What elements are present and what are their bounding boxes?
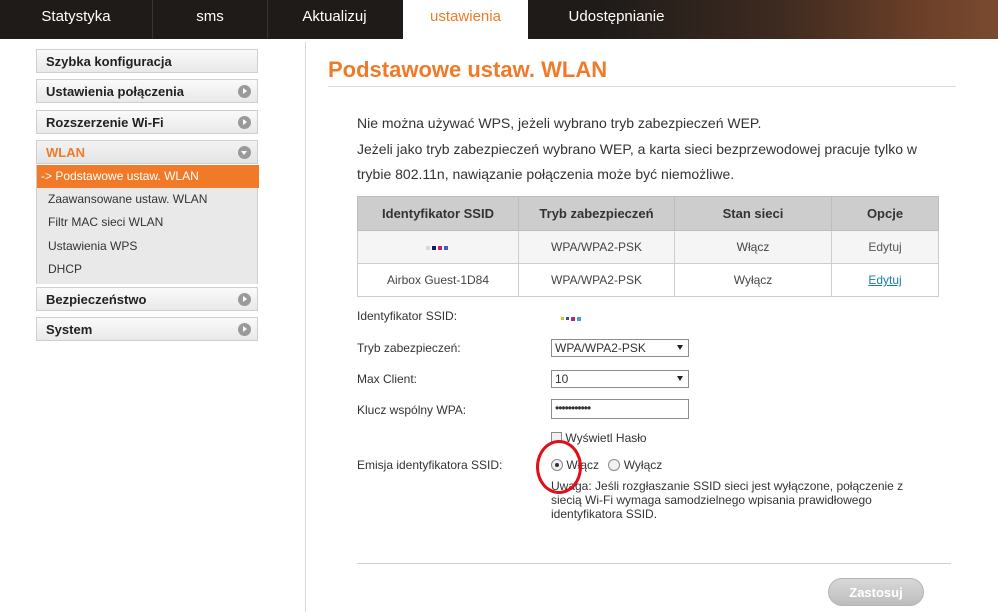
- security-mode-cell: WPA/WPA2-PSK: [518, 230, 675, 264]
- options-cell: Edytuj: [831, 263, 939, 297]
- sidebar-item-label: System: [46, 322, 93, 337]
- divider: [357, 563, 951, 564]
- submenu-item-zaawansowane[interactable]: Zaawansowane ustaw. WLAN: [37, 188, 259, 211]
- sidebar-item-label: Szybka konfiguracja: [46, 54, 172, 69]
- column-header: Stan sieci: [674, 196, 832, 231]
- sidebar-item-label: Bezpieczeństwo: [46, 292, 147, 307]
- ssid-table: Identyfikator SSID Tryb zabezpieczeń Sta…: [357, 196, 939, 297]
- ssid-broadcast-note: Uwaga: Jeśli rozgłaszanie SSID sieci jes…: [551, 479, 904, 521]
- dropdown-arrow-icon: [677, 345, 683, 350]
- sidebar-item-ustawienia-polaczenia[interactable]: Ustawienia połączenia: [36, 79, 258, 103]
- edit-link[interactable]: Edytuj: [868, 240, 901, 254]
- broadcast-off-label: Wyłącz: [623, 457, 663, 472]
- max-client-value: 10: [555, 372, 569, 386]
- ssid-cell: Airbox Guest-1D84: [357, 263, 519, 297]
- wpa-key-input[interactable]: •••••••••••: [551, 399, 689, 419]
- table-row: WPA/WPA2-PSK Włącz Edytuj: [357, 230, 939, 264]
- chevron-right-icon: [238, 293, 251, 306]
- submenu-item-filtr-mac[interactable]: Filtr MAC sieci WLAN: [37, 211, 259, 234]
- notice-line: trybie 802.11n, nawiązanie połączenia mo…: [357, 166, 735, 182]
- tab-aktualizuj[interactable]: Aktualizuj: [268, 0, 401, 39]
- sidebar-item-label: WLAN: [46, 145, 85, 160]
- page-title: Podstawowe ustaw. WLAN: [328, 57, 608, 82]
- wlan-submenu: -> Podstawowe ustaw. WLAN Zaawansowane u…: [36, 165, 259, 284]
- sidebar-item-wlan[interactable]: WLAN: [36, 140, 258, 164]
- divider: [305, 42, 306, 612]
- top-navigation: Statystyka sms Aktualizuj ustawienia Udo…: [0, 0, 998, 39]
- column-header: Tryb zabezpieczeń: [518, 196, 675, 231]
- tab-udostepnianie[interactable]: Udostępnianie: [540, 0, 693, 39]
- sidebar-item-label: Ustawienia połączenia: [46, 84, 184, 99]
- notice-line: Jeżeli jako tryb zabezpieczeń wybrano WE…: [357, 141, 918, 157]
- notice-line: Nie można używać WPS, jeżeli wybrano try…: [357, 115, 762, 131]
- column-header: Opcje: [831, 196, 939, 231]
- network-state-cell: Wyłącz: [674, 263, 832, 297]
- sidebar-item-bezpieczenstwo[interactable]: Bezpieczeństwo: [36, 287, 258, 311]
- security-mode-cell: WPA/WPA2-PSK: [518, 263, 675, 297]
- table-header-row: Identyfikator SSID Tryb zabezpieczeń Sta…: [357, 196, 939, 231]
- sidebar-item-rozszerzenie-wifi[interactable]: Rozszerzenie Wi-Fi: [36, 110, 258, 134]
- wpa-key-label: Klucz wspólny WPA:: [357, 403, 467, 417]
- edit-link[interactable]: Edytuj: [868, 273, 901, 287]
- divider: [328, 86, 956, 87]
- sidebar-item-system[interactable]: System: [36, 317, 258, 341]
- sidebar-item-label: Rozszerzenie Wi-Fi: [46, 115, 164, 130]
- max-client-select[interactable]: 10: [551, 370, 689, 388]
- ssid-broadcast-label: Emisja identyfikatora SSID:: [357, 458, 503, 472]
- security-mode-select[interactable]: WPA/WPA2-PSK: [551, 339, 689, 357]
- sidebar-item-szybka-konfiguracja[interactable]: Szybka konfiguracja: [36, 49, 258, 73]
- chevron-right-icon: [238, 323, 251, 336]
- chevron-right-icon: [238, 85, 251, 98]
- tab-ustawienia[interactable]: ustawienia: [403, 0, 528, 39]
- table-row: Airbox Guest-1D84 WPA/WPA2-PSK Wyłącz Ed…: [357, 263, 939, 297]
- tab-statystyka[interactable]: Statystyka: [0, 0, 153, 39]
- submenu-item-dhcp[interactable]: DHCP: [37, 258, 259, 281]
- options-cell: Edytuj: [831, 230, 939, 264]
- ssid-cell: [357, 230, 519, 264]
- network-state-cell: Włącz: [674, 230, 832, 264]
- column-header: Identyfikator SSID: [357, 196, 519, 231]
- obscured-ssid-image: [561, 310, 583, 328]
- highlight-circle-annotation: [536, 440, 582, 494]
- broadcast-off-radio[interactable]: [608, 458, 621, 471]
- dropdown-arrow-icon: [677, 376, 683, 381]
- tab-sms[interactable]: sms: [153, 0, 268, 39]
- apply-button[interactable]: Zastosuj: [828, 578, 924, 606]
- submenu-item-wps[interactable]: Ustawienia WPS: [37, 235, 259, 258]
- chevron-right-icon: [238, 116, 251, 129]
- security-mode-value: WPA/WPA2-PSK: [555, 341, 646, 355]
- obscured-ssid-image: [426, 240, 450, 254]
- max-client-label: Max Client:: [357, 372, 418, 386]
- submenu-item-podstawowe[interactable]: -> Podstawowe ustaw. WLAN: [37, 165, 259, 188]
- security-mode-label: Tryb zabezpieczeń:: [357, 341, 461, 355]
- chevron-down-icon: [238, 146, 251, 159]
- ssid-label: Identyfikator SSID:: [357, 309, 458, 323]
- show-password-label: Wyświetl Hasło: [565, 430, 647, 445]
